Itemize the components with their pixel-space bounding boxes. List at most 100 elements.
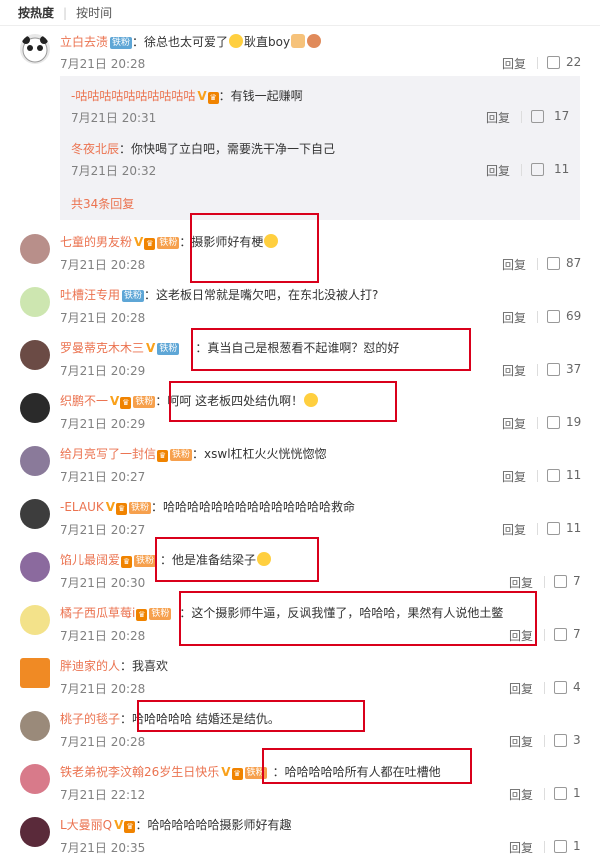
username[interactable]: 铁老弟祝李汶翰26岁生日快乐 xyxy=(60,765,219,779)
avatar[interactable] xyxy=(20,340,50,370)
like-icon[interactable] xyxy=(547,310,560,323)
like-count: 3 xyxy=(573,733,581,747)
reply-button[interactable]: 回复 xyxy=(486,109,510,126)
avatar[interactable] xyxy=(20,552,50,582)
like-count: 37 xyxy=(566,362,582,376)
comment-time: 7月21日 20:35 xyxy=(60,841,146,855)
reply-button[interactable]: 回复 xyxy=(509,680,533,697)
like-icon[interactable] xyxy=(547,522,560,535)
like-count: 19 xyxy=(566,415,582,429)
reply-button[interactable]: 回复 xyxy=(509,733,533,750)
avatar[interactable] xyxy=(20,499,50,529)
comment-item: 立白去渍 铁粉 ：徐总也太可爱了 耿直boy 7月21日 20:28 回复 22 -咕… xyxy=(0,30,600,220)
comment-line: 立白去渍 铁粉 ：徐总也太可爱了 耿直boy xyxy=(60,34,322,50)
username[interactable]: 立白去渍 xyxy=(60,35,108,49)
reply-button[interactable]: 回复 xyxy=(509,574,533,591)
username[interactable]: L大曼丽Q xyxy=(60,818,112,832)
avatar[interactable] xyxy=(20,234,50,264)
fan-medal-icon: ♛ xyxy=(116,503,128,515)
username[interactable]: 胖迪家的人 xyxy=(60,659,120,673)
username[interactable]: 织鹏不一 xyxy=(60,394,108,408)
reply-button[interactable]: 回复 xyxy=(502,521,526,538)
comment-time: 7月21日 20:28 xyxy=(60,258,146,272)
divider xyxy=(537,311,538,323)
like-icon[interactable] xyxy=(554,840,567,853)
reply-button[interactable]: 回复 xyxy=(502,415,526,432)
comment-time: 7月21日 20:28 xyxy=(60,682,146,696)
like-icon[interactable] xyxy=(547,469,560,482)
like-count: 7 xyxy=(573,574,581,588)
fan-badge: 铁粉 xyxy=(133,396,156,408)
reply-button[interactable]: 回复 xyxy=(509,839,533,856)
sort-by-time[interactable]: 按时间 xyxy=(76,4,112,21)
reply-button[interactable]: 回复 xyxy=(502,309,526,326)
reply-button[interactable]: 回复 xyxy=(502,256,526,273)
like-icon[interactable] xyxy=(531,110,544,123)
like-count: 11 xyxy=(554,162,570,176)
fan-medal-icon: ♛ xyxy=(144,238,156,250)
like-icon[interactable] xyxy=(547,56,560,69)
username[interactable]: 馅儿最阔爱 xyxy=(60,553,120,567)
fan-badge: 铁粉 xyxy=(157,343,180,355)
more-replies-link[interactable]: 共34条回复 xyxy=(71,195,134,212)
avatar[interactable] xyxy=(20,764,50,794)
like-icon[interactable] xyxy=(554,575,567,588)
like-count: 17 xyxy=(554,109,570,123)
divider xyxy=(544,788,545,800)
divider xyxy=(521,111,522,123)
username[interactable]: 橘子西瓜草莓i xyxy=(60,606,135,620)
like-count: 69 xyxy=(566,309,582,323)
divider xyxy=(537,364,538,376)
username[interactable]: 桃子的毯子 xyxy=(60,712,120,726)
laugh-emoji-icon xyxy=(229,34,244,48)
avatar[interactable] xyxy=(20,287,50,317)
username[interactable]: 吐槽汪专用 xyxy=(60,288,120,302)
like-count: 1 xyxy=(573,839,581,853)
reply-button[interactable]: 回复 xyxy=(486,162,510,179)
divider xyxy=(544,576,545,588)
avatar[interactable] xyxy=(20,658,50,688)
comment-time: 7月21日 20:29 xyxy=(60,417,146,431)
avatar[interactable] xyxy=(20,446,50,476)
username[interactable]: 给月亮写了一封信 xyxy=(60,447,156,461)
like-icon[interactable] xyxy=(554,628,567,641)
username[interactable]: 七童的男友粉 xyxy=(60,235,132,249)
reply-button[interactable]: 回复 xyxy=(502,55,526,72)
avatar[interactable] xyxy=(20,605,50,635)
avatar[interactable] xyxy=(20,34,50,64)
reply-button[interactable]: 回复 xyxy=(502,468,526,485)
comment-time: 7月21日 22:12 xyxy=(60,788,146,802)
username[interactable]: 罗曼蒂克木木三 xyxy=(60,341,144,355)
comment-text: ：我喜欢 xyxy=(120,659,169,673)
comment-time: 7月21日 20:27 xyxy=(60,523,146,537)
reply-button[interactable]: 回复 xyxy=(509,786,533,803)
subreply-time: 7月21日 20:31 xyxy=(71,111,157,125)
fan-badge: 铁粉 xyxy=(129,502,152,514)
like-icon[interactable] xyxy=(554,787,567,800)
like-icon[interactable] xyxy=(531,163,544,176)
avatar[interactable] xyxy=(20,711,50,741)
like-icon[interactable] xyxy=(554,734,567,747)
like-icon[interactable] xyxy=(547,257,560,270)
fan-medal-icon: ♛ xyxy=(157,450,169,462)
username[interactable]: -咕咕咕咕咕咕咕咕咕咕 xyxy=(71,89,195,103)
avatar[interactable] xyxy=(20,817,50,847)
like-icon[interactable] xyxy=(547,363,560,376)
fan-medal-icon: ♛ xyxy=(121,556,133,568)
verified-icon: V xyxy=(110,394,120,408)
fan-badge: 铁粉 xyxy=(134,555,157,567)
verified-icon: V xyxy=(114,818,124,832)
reply-button[interactable]: 回复 xyxy=(502,362,526,379)
divider xyxy=(544,629,545,641)
sort-by-hot[interactable]: 按热度 xyxy=(18,4,54,21)
username[interactable]: 冬夜北辰 xyxy=(71,142,119,156)
like-icon[interactable] xyxy=(547,416,560,429)
like-icon[interactable] xyxy=(554,681,567,694)
comment-time: 7月21日 20:28 xyxy=(60,629,146,643)
divider xyxy=(537,470,538,482)
divider xyxy=(537,258,538,270)
fan-medal-icon: ♛ xyxy=(120,397,132,409)
username[interactable]: -ELAUK xyxy=(60,500,104,514)
avatar[interactable] xyxy=(20,393,50,423)
subreply-text: ：你快喝了立白吧，需要洗干净一下自己 xyxy=(119,142,336,156)
